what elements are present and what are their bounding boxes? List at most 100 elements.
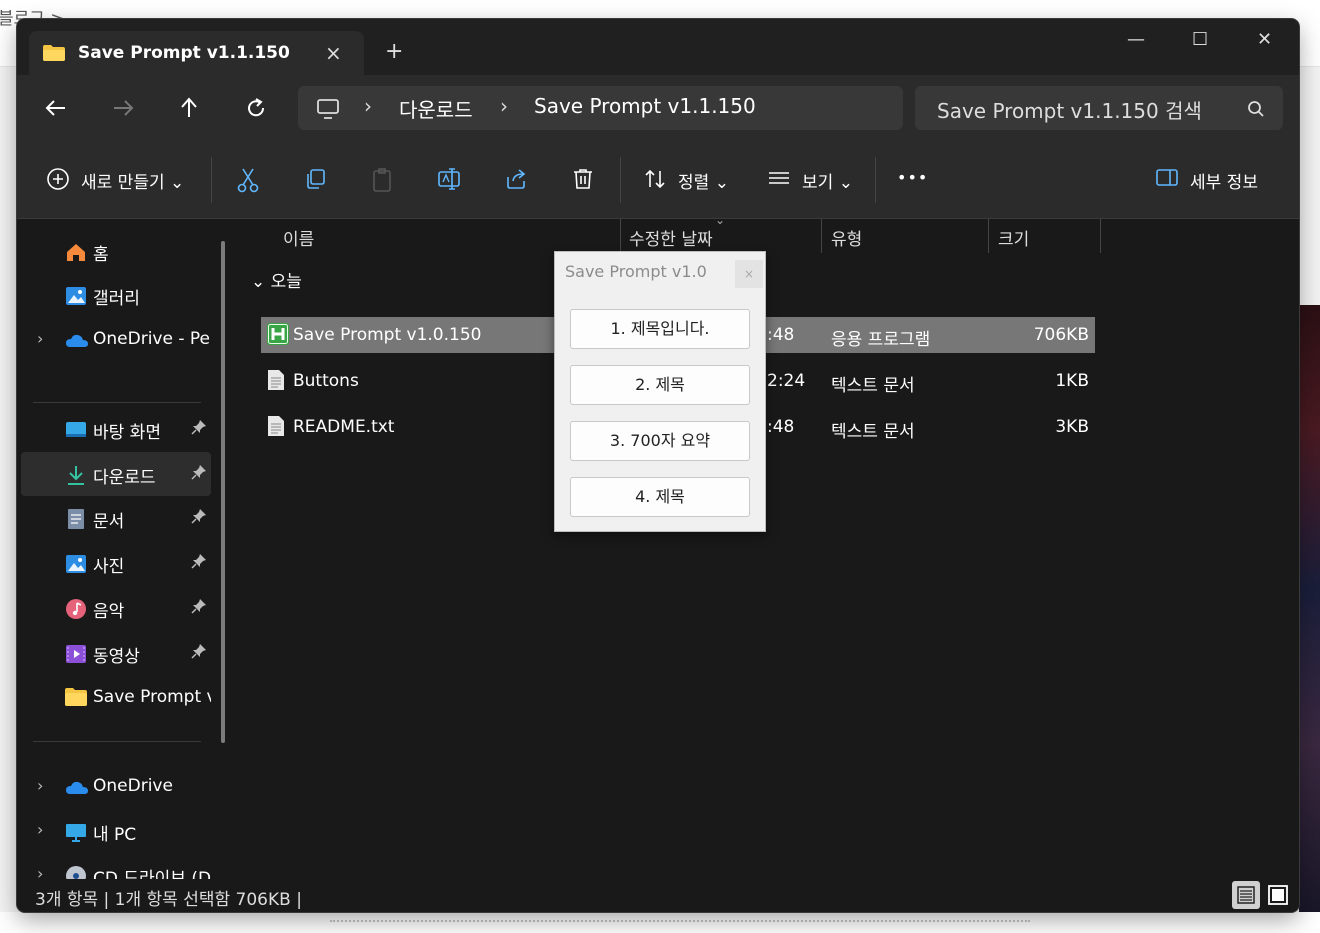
- paste-icon[interactable]: [370, 167, 396, 193]
- sidebar-item-home[interactable]: 홈: [21, 229, 211, 273]
- address-bar[interactable]: › 다운로드 › Save Prompt v1.1.150: [298, 86, 903, 130]
- delete-icon[interactable]: [571, 167, 597, 193]
- breadcrumb-separator: ›: [500, 94, 508, 118]
- view-list-icon[interactable]: [767, 167, 793, 193]
- sidebar-item-desktop[interactable]: 바탕 화면: [21, 407, 211, 451]
- background-wallpaper: [1299, 305, 1320, 933]
- file-list: 이름 ⌄ 수정한 날짜 유형 크기 ⌄ 오늘 Save Prompt v1.0.…: [239, 213, 1299, 879]
- sidebar-item-videos[interactable]: 동영상: [21, 631, 211, 675]
- prompt-button-4[interactable]: 4. 제목: [570, 477, 750, 517]
- gallery-icon: [65, 285, 87, 307]
- rename-icon[interactable]: [437, 167, 463, 193]
- copy-icon[interactable]: [303, 167, 329, 193]
- plus-circle-icon[interactable]: [46, 167, 72, 193]
- tiles-view-icon[interactable]: [1264, 881, 1292, 909]
- chevron-right-icon[interactable]: ›: [37, 776, 43, 795]
- sidebar-item-save-prompt-folder[interactable]: Save Prompt v1: [21, 676, 211, 720]
- search-input[interactable]: Save Prompt v1.1.150 검색: [937, 95, 1202, 124]
- maximize-button[interactable]: ☐: [1192, 29, 1208, 50]
- file-name: README.txt: [293, 417, 395, 437]
- app-icon: [267, 323, 289, 349]
- pin-icon: [191, 508, 207, 528]
- background-page: [0, 912, 1320, 933]
- onedrive-icon: [65, 330, 88, 352]
- sort-label: 정렬: [678, 173, 710, 193]
- sidebar-item-gallery[interactable]: 갤러리: [21, 273, 211, 317]
- view-label: 보기: [802, 173, 834, 193]
- file-name: Buttons: [293, 371, 359, 391]
- sidebar-item-label: 바탕 화면: [93, 423, 161, 443]
- breadcrumb-current-folder[interactable]: Save Prompt v1.1.150: [534, 94, 756, 118]
- navigation-pane: 홈 갤러리 › OneDrive - Personal 바탕 화면 다운로드 문…: [17, 219, 239, 879]
- details-pane-icon[interactable]: [1155, 167, 1181, 193]
- sidebar-item-downloads[interactable]: 다운로드: [21, 452, 211, 496]
- chevron-down-icon: ⌄: [838, 173, 853, 193]
- search-box[interactable]: Save Prompt v1.1.150 검색: [915, 86, 1283, 130]
- sidebar-item-label: Save Prompt v1: [93, 687, 211, 707]
- sidebar-item-music[interactable]: 음악: [21, 586, 211, 630]
- sidebar-item-documents[interactable]: 문서: [21, 496, 211, 540]
- forward-arrow-icon[interactable]: [110, 95, 136, 121]
- prompt-button-2[interactable]: 2. 제목: [570, 365, 750, 405]
- home-icon: [65, 241, 87, 263]
- chevron-right-icon[interactable]: ›: [37, 329, 43, 348]
- sort-button[interactable]: 정렬 ⌄: [678, 168, 729, 193]
- prompt-button-3[interactable]: 3. 700자 요약: [570, 421, 750, 461]
- cut-icon[interactable]: [236, 167, 262, 193]
- videos-icon: [65, 643, 87, 665]
- up-arrow-icon[interactable]: [176, 95, 202, 121]
- column-header-type[interactable]: 유형: [831, 225, 862, 250]
- chevron-right-icon[interactable]: ›: [37, 820, 43, 839]
- column-header-size[interactable]: 크기: [998, 225, 1029, 250]
- more-options-icon[interactable]: •••: [897, 168, 928, 187]
- column-header-modified[interactable]: 수정한 날짜: [629, 225, 713, 250]
- group-header-today[interactable]: ⌄ 오늘: [251, 267, 302, 292]
- file-type: 텍스트 문서: [831, 376, 915, 396]
- back-arrow-icon[interactable]: [43, 95, 69, 121]
- sidebar-item-pictures[interactable]: 사진: [21, 541, 211, 585]
- details-button[interactable]: 세부 정보: [1190, 168, 1258, 193]
- sort-caret-icon: ⌄: [715, 213, 726, 227]
- sidebar-item-label: 사진: [93, 557, 125, 577]
- sidebar-item-label: 내 PC: [93, 825, 137, 845]
- file-type: 텍스트 문서: [831, 422, 915, 442]
- sidebar-item-this-pc[interactable]: › 내 PC: [21, 809, 211, 853]
- details-view-icon[interactable]: [1232, 881, 1260, 909]
- monitor-icon: [316, 98, 340, 124]
- sidebar-item-cd-drive[interactable]: › CD 드라이브 (D: [21, 853, 211, 879]
- sort-icon[interactable]: [643, 167, 669, 193]
- pin-icon: [191, 553, 207, 573]
- pin-icon: [191, 643, 207, 663]
- dialog-title: Save Prompt v1.0: [565, 262, 707, 281]
- sidebar-item-label: OneDrive: [93, 776, 173, 796]
- view-button[interactable]: 보기 ⌄: [802, 168, 853, 193]
- pin-icon: [191, 598, 207, 618]
- text-file-icon: [267, 415, 285, 441]
- search-icon: [1247, 100, 1265, 122]
- refresh-icon[interactable]: [243, 95, 269, 121]
- sidebar-scrollbar[interactable]: [221, 241, 225, 743]
- column-header-name[interactable]: 이름: [283, 225, 314, 250]
- save-prompt-dialog: Save Prompt v1.0 × 1. 제목입니다. 2. 제목 3. 70…: [554, 251, 766, 532]
- breadcrumb-downloads[interactable]: 다운로드: [399, 94, 473, 123]
- dialog-close-icon[interactable]: ×: [735, 260, 763, 288]
- chevron-right-icon[interactable]: ›: [37, 864, 43, 879]
- tab-close-icon[interactable]: ×: [325, 41, 342, 65]
- group-label: 오늘: [270, 272, 302, 292]
- tab-bar: Save Prompt v1.1.150 × + — ☐ ✕: [17, 19, 1299, 75]
- close-window-button[interactable]: ✕: [1257, 29, 1272, 50]
- sidebar-item-label: 홈: [93, 245, 109, 265]
- download-icon: [65, 464, 87, 486]
- file-size: 1KB: [1055, 371, 1089, 391]
- sidebar-item-onedrive-personal[interactable]: › OneDrive - Personal: [21, 318, 211, 362]
- file-size: 706KB: [1033, 325, 1089, 345]
- sidebar-item-onedrive[interactable]: › OneDrive: [21, 765, 211, 809]
- onedrive-icon: [65, 777, 88, 799]
- new-tab-button[interactable]: +: [385, 39, 403, 64]
- pin-icon: [191, 464, 207, 484]
- minimize-button[interactable]: —: [1127, 29, 1145, 50]
- tab-save-prompt[interactable]: Save Prompt v1.1.150 ×: [29, 31, 364, 75]
- share-icon[interactable]: [504, 167, 530, 193]
- new-button[interactable]: 새로 만들기 ⌄: [81, 168, 184, 193]
- prompt-button-1[interactable]: 1. 제목입니다.: [570, 309, 750, 349]
